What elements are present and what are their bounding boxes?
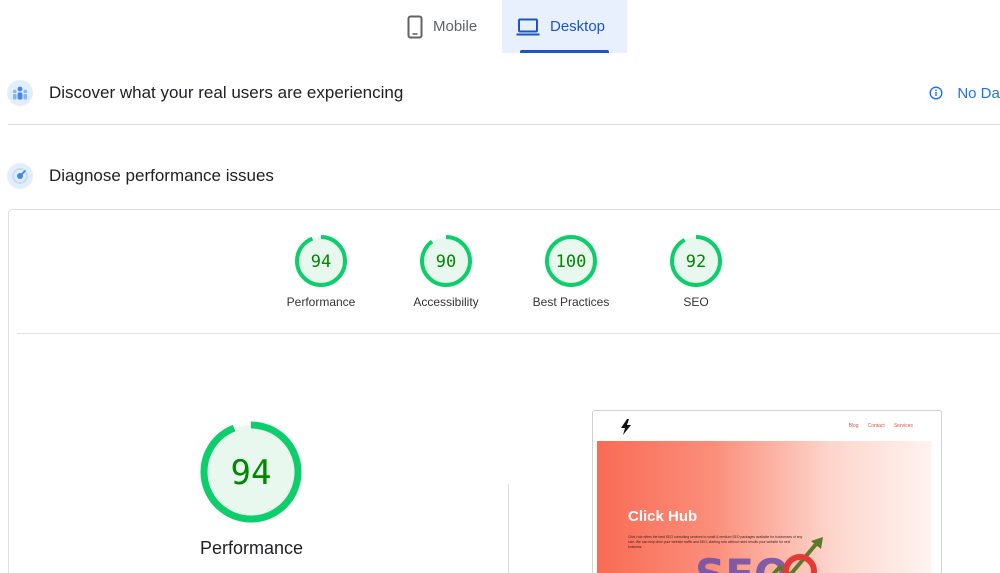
gauge-best-practices-value: 100 — [556, 252, 587, 272]
tab-mobile[interactable]: Mobile — [393, 0, 502, 53]
gauges-divider — [17, 333, 1000, 334]
gauge-performance-label: Performance — [286, 295, 356, 309]
screenshot-brand: Click Hub — [628, 508, 698, 525]
no-data-label: No Dat — [957, 84, 1000, 102]
field-data-title: Discover what your real users are experi… — [49, 83, 404, 102]
tab-mobile-label: Mobile — [433, 18, 478, 35]
main-gauge-ring: 94 — [200, 421, 302, 523]
lab-data-header: Diagnose performance issues — [0, 158, 1000, 194]
gauge-accessibility-label: Accessibility — [413, 295, 479, 309]
screenshot-nav-links: Blog Contact Services — [849, 423, 913, 429]
gauge-seo[interactable]: 92 SEO — [641, 234, 751, 309]
main-gauge-label: Performance — [199, 538, 304, 558]
score-gauges: 94 Performance 90 Accessibility 100 Best… — [9, 210, 1000, 334]
diagnose-icon — [7, 163, 33, 189]
info-icon — [929, 86, 943, 100]
gauge-best-practices[interactable]: 100 Best Practices — [516, 234, 626, 309]
seo-graphic: SEO — [695, 537, 823, 573]
field-data-header: Discover what your real users are experi… — [0, 75, 1000, 111]
gauge-accessibility-value: 90 — [436, 252, 456, 272]
lab-data-card: 94 Performance 90 Accessibility 100 Best… — [8, 209, 1000, 573]
gauge-best-practices-label: Best Practices — [532, 295, 610, 309]
smartphone-icon — [407, 15, 423, 39]
screenshot-nav-link: Services — [893, 423, 913, 429]
gauge-performance[interactable]: 94 Performance — [266, 234, 376, 309]
tab-desktop-label: Desktop — [550, 18, 606, 35]
gauge-performance-ring: 94 — [295, 235, 347, 287]
gauge-accessibility-ring: 90 — [420, 235, 472, 287]
screenshot-nav-link: Contact — [867, 423, 885, 429]
gauge-best-practices-ring: 100 — [545, 235, 597, 287]
lab-data-title: Diagnose performance issues — [49, 166, 274, 185]
main-gauge-value: 94 — [231, 453, 272, 493]
no-data-link[interactable]: No Dat — [929, 75, 1000, 111]
gauge-seo-ring: 92 — [670, 235, 722, 287]
gauge-performance-value: 94 — [311, 252, 331, 272]
screenshot-logo — [619, 419, 633, 440]
main-performance-gauge: 94 — [195, 420, 307, 524]
screenshot-nav-link: Blog — [848, 423, 859, 429]
final-screenshot: Blog Contact Services Click Hub Click Hu… — [592, 410, 942, 573]
users-icon — [7, 80, 33, 106]
section-divider — [8, 124, 1000, 125]
screenshot-hero: Click Hub Click Hub offers the best SEO … — [597, 441, 931, 573]
screenshot-nav: Blog Contact Services — [593, 411, 941, 441]
laptop-icon — [516, 18, 540, 36]
gauge-accessibility[interactable]: 90 Accessibility — [391, 234, 501, 309]
gauge-seo-value: 92 — [686, 252, 706, 272]
gauge-seo-label: SEO — [683, 295, 709, 309]
vertical-divider — [508, 484, 509, 573]
tab-desktop[interactable]: Desktop — [502, 0, 627, 53]
device-tabs: Mobile Desktop — [393, 0, 627, 53]
